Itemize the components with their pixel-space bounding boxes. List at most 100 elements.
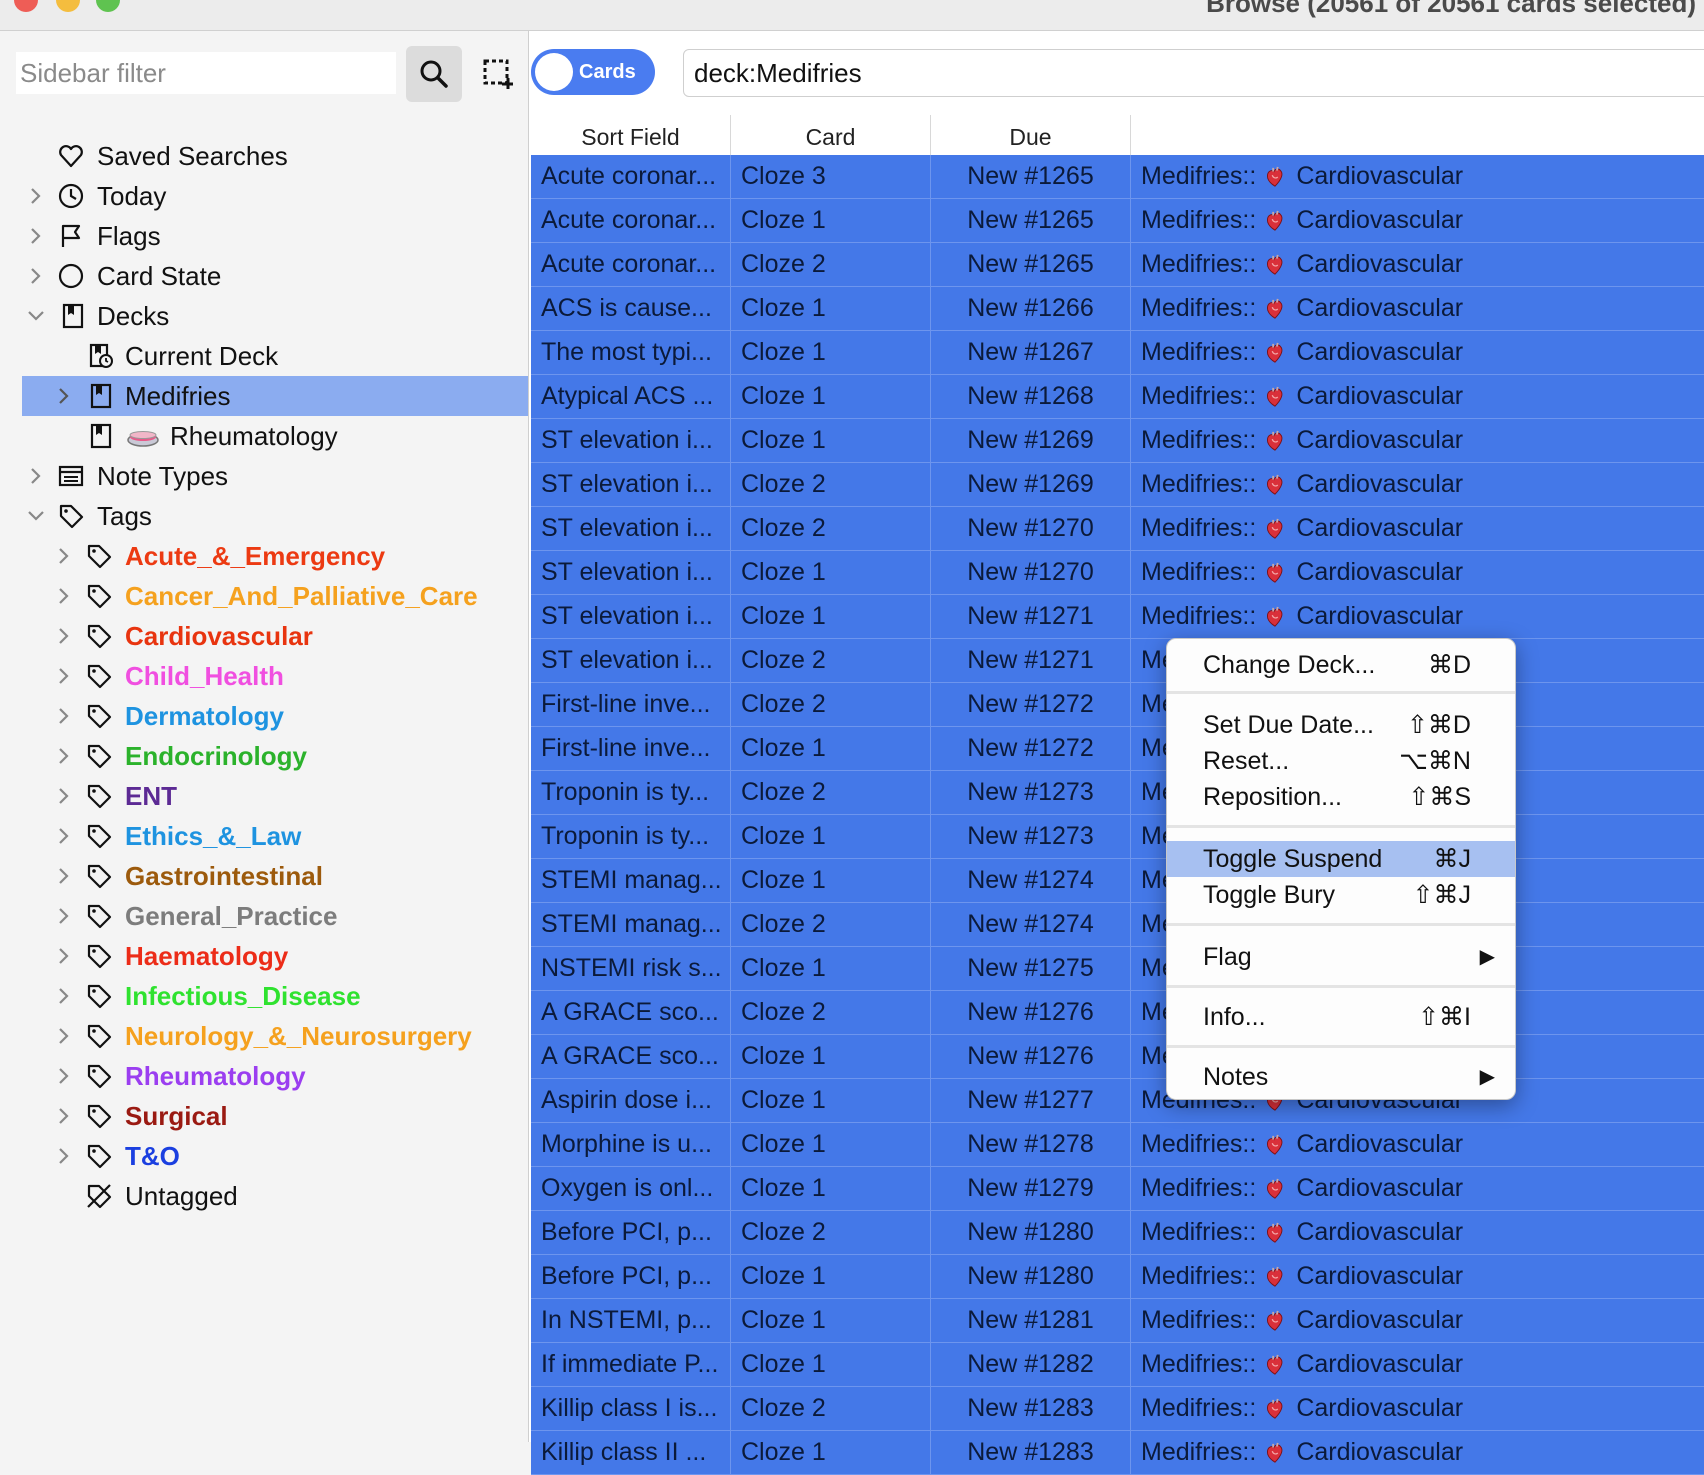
- search-input[interactable]: [683, 49, 1704, 97]
- chevron-right-icon[interactable]: [54, 696, 74, 736]
- sidebar-item-tag[interactable]: Cardiovascular: [22, 616, 528, 656]
- chevron-right-icon[interactable]: [54, 616, 74, 656]
- chevron-right-icon[interactable]: [54, 1056, 74, 1096]
- column-header-sort-field[interactable]: Sort Field: [531, 115, 731, 155]
- column-header-due[interactable]: Due: [931, 115, 1131, 155]
- table-row[interactable]: STEMI manag...Cloze 1New #1274Medifries:…: [531, 859, 1704, 903]
- sidebar-item-tags[interactable]: Tags: [22, 496, 528, 536]
- table-row[interactable]: In NSTEMI, p... Cloze 1 New #1281 Medifries…: [531, 1299, 1704, 1343]
- sidebar-item-current-deck[interactable]: Current Deck: [22, 336, 528, 376]
- menu-item-set-due-date[interactable]: Set Due Date... ⇧⌘D: [1167, 707, 1515, 743]
- table-row[interactable]: ST elevation i...Cloze 2New #1271Medifri…: [531, 639, 1704, 683]
- sidebar-item-tag[interactable]: General_Practice: [22, 896, 528, 936]
- table-row[interactable]: First-line inve...Cloze 2New #1272Medifr…: [531, 683, 1704, 727]
- sidebar-item-tag[interactable]: Ethics_&_Law: [22, 816, 528, 856]
- sidebar-item-tag[interactable]: Rheumatology: [22, 1056, 528, 1096]
- table-row[interactable]: ST elevation i... Cloze 1 New #1271 Medifri…: [531, 595, 1704, 639]
- table-row[interactable]: Before PCI, p... Cloze 1 New #1280 Medifrie…: [531, 1255, 1704, 1299]
- table-row[interactable]: Atypical ACS ... Cloze 1 New #1268 Medifrie…: [531, 375, 1704, 419]
- chevron-right-icon[interactable]: [54, 736, 74, 776]
- chevron-right-icon[interactable]: [26, 256, 46, 296]
- chevron-right-icon[interactable]: [54, 376, 74, 416]
- table-row[interactable]: STEMI manag...Cloze 2New #1274Medifries:…: [531, 903, 1704, 947]
- sidebar-item-tag[interactable]: Dermatology: [22, 696, 528, 736]
- column-header-card[interactable]: Card: [731, 115, 931, 155]
- sidebar-item-decks[interactable]: Decks: [22, 296, 528, 336]
- sidebar-item-tag[interactable]: Surgical: [22, 1096, 528, 1136]
- menu-item-toggle-suspend[interactable]: Toggle Suspend ⌘J: [1167, 841, 1515, 877]
- sidebar-item-today[interactable]: Today: [22, 176, 528, 216]
- chevron-right-icon[interactable]: [54, 536, 74, 576]
- table-row[interactable]: Aspirin dose i... Cloze 1 New #1277 Medifri…: [531, 1079, 1704, 1123]
- menu-item-reset[interactable]: Reset... ⌥⌘N: [1167, 743, 1515, 779]
- chevron-right-icon[interactable]: [54, 896, 74, 936]
- table-row[interactable]: Acute coronar... Cloze 3 New #1265 Medifrie…: [531, 155, 1704, 199]
- chevron-right-icon[interactable]: [54, 976, 74, 1016]
- chevron-right-icon[interactable]: [54, 856, 74, 896]
- menu-item-change-deck[interactable]: Change Deck... ⌘D: [1167, 647, 1515, 683]
- menu-item-reposition[interactable]: Reposition... ⇧⌘S: [1167, 779, 1515, 815]
- sidebar-item-rheumatology-deck[interactable]: Rheumatology: [22, 416, 528, 456]
- sidebar-item-medifries[interactable]: Medifries: [22, 376, 528, 416]
- menu-item-toggle-bury[interactable]: Toggle Bury ⇧⌘J: [1167, 877, 1515, 913]
- sidebar-item-note-types[interactable]: Note Types: [22, 456, 528, 496]
- sidebar-item-tag[interactable]: Cancer_And_Palliative_Care: [22, 576, 528, 616]
- select-mode-button[interactable]: [470, 46, 526, 102]
- table-row[interactable]: Killip class II ... Cloze 1 New #1283 Medif…: [531, 1431, 1704, 1475]
- minimize-window-button[interactable]: [56, 0, 80, 12]
- chevron-right-icon[interactable]: [54, 776, 74, 816]
- table-row[interactable]: Before PCI, p... Cloze 2 New #1280 Medifrie…: [531, 1211, 1704, 1255]
- table-row[interactable]: ST elevation i... Cloze 2 New #1270 Medifri…: [531, 507, 1704, 551]
- table-row[interactable]: ACS is cause... Cloze 1 New #1266 Medifries…: [531, 287, 1704, 331]
- sidebar-item-tag[interactable]: Haematology: [22, 936, 528, 976]
- chevron-down-icon[interactable]: [26, 296, 46, 336]
- sidebar-item-tag[interactable]: Child_Health: [22, 656, 528, 696]
- sidebar-item-tag[interactable]: Infectious_Disease: [22, 976, 528, 1016]
- table-row[interactable]: ST elevation i... Cloze 2 New #1269 Medifri…: [531, 463, 1704, 507]
- close-window-button[interactable]: [14, 0, 38, 12]
- sidebar-item-untagged[interactable]: Untagged: [22, 1176, 528, 1216]
- search-button[interactable]: [406, 46, 462, 102]
- menu-item-notes[interactable]: Notes ▶: [1167, 1059, 1515, 1095]
- table-row[interactable]: First-line inve...Cloze 1New #1272Medifr…: [531, 727, 1704, 771]
- table-row[interactable]: NSTEMI risk s...Cloze 1New #1275Medifrie…: [531, 947, 1704, 991]
- chevron-right-icon[interactable]: [26, 216, 46, 256]
- table-row[interactable]: Oxygen is onl... Cloze 1 New #1279 Medifrie…: [531, 1167, 1704, 1211]
- chevron-right-icon[interactable]: [54, 1096, 74, 1136]
- zoom-window-button[interactable]: [96, 0, 120, 12]
- menu-item-info[interactable]: Info... ⇧⌘I: [1167, 999, 1515, 1035]
- sidebar-item-tag[interactable]: Neurology_&_Neurosurgery: [22, 1016, 528, 1056]
- table-row[interactable]: A GRACE sco...Cloze 2New #1276Medifries:…: [531, 991, 1704, 1035]
- table-row[interactable]: The most typi... Cloze 1 New #1267 Medifrie…: [531, 331, 1704, 375]
- chevron-right-icon[interactable]: [54, 1136, 74, 1176]
- chevron-right-icon[interactable]: [54, 576, 74, 616]
- chevron-right-icon[interactable]: [26, 456, 46, 496]
- chevron-down-icon[interactable]: [26, 496, 46, 536]
- table-row[interactable]: Acute coronar... Cloze 1 New #1265 Medifrie…: [531, 199, 1704, 243]
- sidebar-item-tag[interactable]: T&O: [22, 1136, 528, 1176]
- table-row[interactable]: Troponin is ty...Cloze 1New #1273Medifri…: [531, 815, 1704, 859]
- sidebar-item-tag[interactable]: Acute_&_Emergency: [22, 536, 528, 576]
- sidebar-item-saved-searches[interactable]: Saved Searches: [22, 136, 528, 176]
- table-row[interactable]: Morphine is u... Cloze 1 New #1278 Medifrie…: [531, 1123, 1704, 1167]
- sidebar-item-card-state[interactable]: Card State: [22, 256, 528, 296]
- table-row[interactable]: ST elevation i... Cloze 1 New #1269 Medifri…: [531, 419, 1704, 463]
- sidebar-item-tag[interactable]: Endocrinology: [22, 736, 528, 776]
- cards-notes-toggle[interactable]: Cards: [531, 49, 655, 95]
- sidebar-item-tag[interactable]: ENT: [22, 776, 528, 816]
- sidebar-item-flags[interactable]: Flags: [22, 216, 528, 256]
- table-row[interactable]: Killip class I is... Cloze 2 New #1283 Medi…: [531, 1387, 1704, 1431]
- chevron-right-icon[interactable]: [54, 816, 74, 856]
- chevron-right-icon[interactable]: [26, 176, 46, 216]
- menu-item-flag[interactable]: Flag ▶: [1167, 939, 1515, 975]
- table-row[interactable]: Acute coronar... Cloze 2 New #1265 Medifrie…: [531, 243, 1704, 287]
- table-row[interactable]: A GRACE sco...Cloze 1New #1276Medifries:…: [531, 1035, 1704, 1079]
- table-row[interactable]: ST elevation i... Cloze 1 New #1270 Medifri…: [531, 551, 1704, 595]
- chevron-right-icon[interactable]: [54, 936, 74, 976]
- sidebar-filter-input[interactable]: [16, 52, 396, 94]
- sidebar-item-tag[interactable]: Gastrointestinal: [22, 856, 528, 896]
- table-row[interactable]: Troponin is ty...Cloze 2New #1273Medifri…: [531, 771, 1704, 815]
- chevron-right-icon[interactable]: [54, 1016, 74, 1056]
- chevron-right-icon[interactable]: [54, 656, 74, 696]
- table-row[interactable]: If immediate P... Cloze 1 New #1282 Medifri…: [531, 1343, 1704, 1387]
